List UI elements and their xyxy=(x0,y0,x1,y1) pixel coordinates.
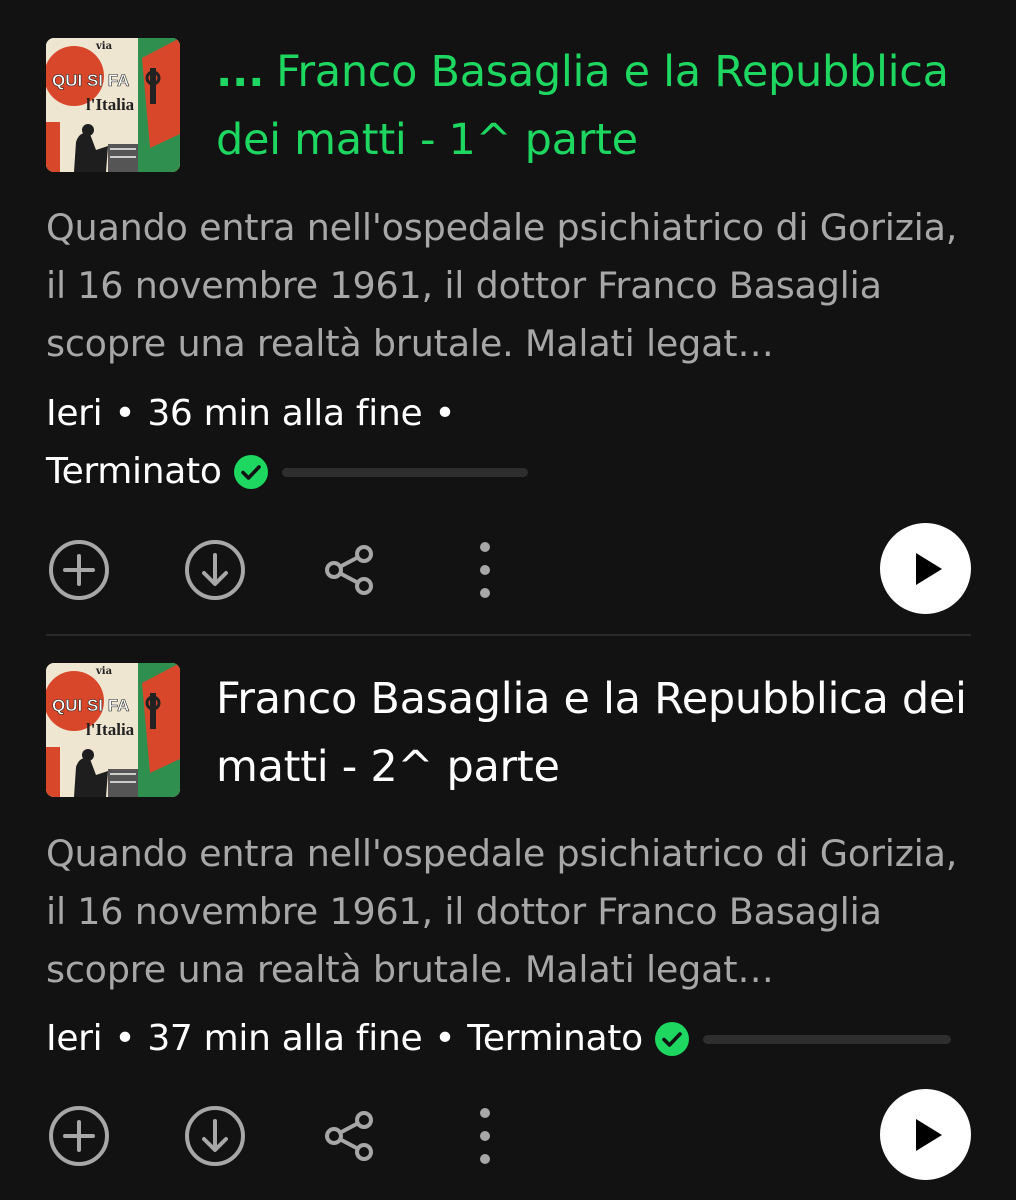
more-vertical-icon xyxy=(480,1108,490,1164)
add-button[interactable] xyxy=(47,538,111,602)
play-button[interactable] xyxy=(880,523,971,614)
meta-separator: • xyxy=(434,393,456,434)
episode-item-2[interactable]: via QUI SI FA l'Italia Franco Basaglia e… xyxy=(0,637,1016,1200)
episode-actions xyxy=(0,518,1016,618)
meta-separator: • xyxy=(114,393,136,434)
episode-status: Terminato xyxy=(467,1018,643,1059)
meta-separator: • xyxy=(114,1018,136,1059)
download-circle-icon xyxy=(185,1106,245,1166)
add-circle-icon xyxy=(49,540,109,600)
episode-remaining: 37 min alla fine xyxy=(147,1018,423,1059)
podcast-cover-art: via QUI SI FA l'Italia xyxy=(46,38,180,172)
share-button[interactable] xyxy=(318,538,382,602)
share-icon xyxy=(325,545,373,595)
meta-separator: • xyxy=(434,1018,456,1059)
more-options-button[interactable] xyxy=(453,538,517,602)
cover-small-text: via xyxy=(95,666,113,677)
cover-title-line1: QUI SI FA xyxy=(52,696,129,715)
episode-title[interactable]: Franco Basaglia e la Repubblica dei matt… xyxy=(216,665,970,801)
episode-divider xyxy=(46,634,971,636)
share-button[interactable] xyxy=(318,1104,382,1168)
cover-small-text: via xyxy=(95,41,113,52)
podcast-cover-art: via QUI SI FA l'Italia xyxy=(46,663,180,797)
check-circle-icon xyxy=(654,1022,689,1056)
episode-item-1[interactable]: via QUI SI FA l'Italia ... Franco Basagli… xyxy=(0,0,1016,637)
progress-bar xyxy=(702,1034,951,1044)
episode-meta: Ieri • 36 min alla fine • Terminato xyxy=(46,385,976,501)
play-icon xyxy=(915,1118,942,1151)
download-button[interactable] xyxy=(183,1104,247,1168)
episode-description: Quando entra nell'ospedale psichiatrico … xyxy=(46,832,958,991)
more-options-button[interactable] xyxy=(453,1104,517,1168)
episode-title-text: Franco Basaglia e la Repubblica dei matt… xyxy=(216,47,949,165)
cover-title-line2: l'Italia xyxy=(86,720,135,739)
progress-bar xyxy=(281,467,528,477)
add-circle-icon xyxy=(49,1106,109,1166)
download-circle-icon xyxy=(185,540,245,600)
download-button[interactable] xyxy=(183,538,247,602)
playing-indicator: ... xyxy=(216,47,265,97)
episode-title[interactable]: ... Franco Basaglia e la Repubblica dei m… xyxy=(216,38,970,174)
episode-actions xyxy=(0,1084,1016,1184)
episode-date: Ieri xyxy=(46,393,103,434)
episode-meta: Ieri • 37 min alla fine • Terminato xyxy=(46,1010,976,1068)
episode-date: Ieri xyxy=(46,1018,103,1059)
cover-title-line2: l'Italia xyxy=(86,95,135,114)
episode-title-text: Franco Basaglia e la Repubblica dei matt… xyxy=(216,674,967,792)
add-button[interactable] xyxy=(47,1104,111,1168)
cover-title-line1: QUI SI FA xyxy=(52,71,129,90)
episode-description: Quando entra nell'ospedale psichiatrico … xyxy=(46,206,958,365)
share-icon xyxy=(325,1111,373,1161)
episode-status: Terminato xyxy=(46,451,222,492)
episode-remaining: 36 min alla fine xyxy=(147,393,423,434)
episode-cover-image[interactable]: via QUI SI FA l'Italia xyxy=(46,663,180,797)
more-vertical-icon xyxy=(480,542,490,598)
play-icon xyxy=(915,552,942,585)
play-button[interactable] xyxy=(880,1089,971,1180)
check-circle-icon xyxy=(233,455,268,489)
episode-cover-image[interactable]: via QUI SI FA l'Italia xyxy=(46,38,180,172)
